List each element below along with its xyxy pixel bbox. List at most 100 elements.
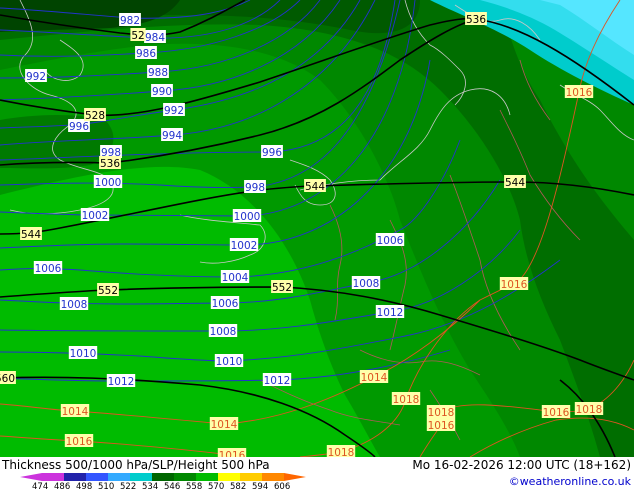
legend-tick-label: 510 — [98, 482, 115, 492]
slp-high-label-text: 1016 — [219, 450, 246, 457]
slp-high-label: 1016 — [499, 277, 529, 291]
legend-swatch — [42, 473, 64, 481]
thickness-label-text: 560 — [0, 373, 15, 385]
slp-high-label-text: 1018 — [576, 404, 603, 416]
legend-tick-label: 474 — [32, 482, 49, 492]
slp-low-label-text: 1002 — [82, 210, 109, 222]
slp-high-label-text: 1014 — [62, 406, 89, 418]
thickness-label-text: 536 — [100, 158, 120, 170]
slp-low-label: 1004 — [220, 270, 250, 284]
legend-swatch — [262, 473, 284, 481]
slp-high-label: 1018 — [426, 405, 456, 419]
slp-low-label-text: 992 — [26, 71, 46, 83]
slp-low-label: 1010 — [214, 354, 244, 368]
valid-time: Mo 16-02-2026 12:00 UTC (18+162) — [412, 458, 631, 472]
legend-swatch — [20, 473, 42, 481]
slp-high-label-text: 1016 — [428, 420, 455, 432]
slp-high-label: 1016 — [564, 85, 594, 99]
map-title: Thickness 500/1000 hPa/SLP/Height 500 hP… — [2, 458, 270, 472]
slp-low-label: 988 — [147, 65, 169, 79]
slp-high-label-text: 1016 — [501, 279, 528, 291]
slp-low-label: 990 — [151, 84, 173, 98]
legend-swatch — [64, 473, 86, 481]
slp-low-label: 998 — [244, 180, 266, 194]
thickness-label-text: 544 — [21, 229, 41, 241]
legend-tick-label: 486 — [54, 482, 71, 492]
thickness-label-text: 52 — [131, 30, 144, 42]
slp-low-label: 992 — [163, 103, 185, 117]
thickness-label: 528 — [84, 108, 106, 122]
thickness-label: 552 — [97, 283, 119, 297]
slp-low-label-text: 996 — [262, 147, 282, 159]
slp-low-label: 1006 — [210, 296, 240, 310]
slp-low-label: 1000 — [93, 175, 123, 189]
slp-low-label: 1012 — [262, 373, 292, 387]
thickness-label: 544 — [504, 175, 526, 189]
thickness-label-text: 544 — [305, 181, 325, 193]
legend-tick-label: 558 — [186, 482, 203, 492]
slp-low-label: 1002 — [229, 238, 259, 252]
slp-low-label: 1008 — [59, 297, 89, 311]
slp-low-label: 984 — [144, 30, 166, 44]
slp-low-label-text: 994 — [162, 130, 182, 142]
credit-link[interactable]: ©weatheronline.co.uk — [509, 475, 631, 488]
thickness-label-text: 552 — [272, 282, 292, 294]
legend-swatch — [130, 473, 152, 481]
slp-low-label-text: 1006 — [377, 235, 404, 247]
legend-swatch — [86, 473, 108, 481]
thickness-label: 560 — [0, 371, 16, 385]
slp-low-label: 1000 — [232, 209, 262, 223]
slp-high-label: 1014 — [359, 370, 389, 384]
thickness-label: 544 — [304, 179, 326, 193]
legend-swatch — [284, 473, 306, 481]
slp-low-label: 986 — [135, 46, 157, 60]
legend-tick-label: 570 — [208, 482, 225, 492]
slp-low-label: 1010 — [68, 346, 98, 360]
map-footer: Thickness 500/1000 hPa/SLP/Height 500 hP… — [0, 457, 634, 492]
slp-low-label-text: 1004 — [222, 272, 249, 284]
slp-high-label: 1016 — [426, 418, 456, 432]
slp-high-label-text: 1016 — [566, 87, 593, 99]
slp-high-label-text: 1014 — [361, 372, 388, 384]
thickness-label-text: 552 — [98, 285, 118, 297]
thickness-label: 536 — [465, 12, 487, 26]
legend-tick-label: 522 — [120, 482, 137, 492]
slp-high-label: 1018 — [326, 445, 356, 457]
slp-low-label: 1012 — [375, 305, 405, 319]
slp-low-label-text: 986 — [136, 48, 156, 60]
slp-high-label: 1016 — [217, 448, 247, 457]
slp-high-label: 1016 — [64, 434, 94, 448]
slp-low-label-text: 998 — [245, 182, 265, 194]
slp-low-label: 1006 — [33, 261, 63, 275]
slp-high-label: 1018 — [391, 392, 421, 406]
thickness-label-text: 544 — [505, 177, 525, 189]
slp-low-label-text: 1008 — [353, 278, 380, 290]
slp-low-label-text: 1012 — [264, 375, 291, 387]
slp-low-label-text: 984 — [145, 32, 165, 44]
slp-low-label-text: 1006 — [212, 298, 239, 310]
slp-high-label: 1014 — [60, 404, 90, 418]
slp-low-label-text: 990 — [152, 86, 172, 98]
slp-low-label: 996 — [261, 145, 283, 159]
weather-map: 982 984 986 988 990 992 992 994 996 996 998 998 1000… — [0, 0, 634, 457]
slp-low-label-text: 1010 — [70, 348, 97, 360]
slp-high-label: 1016 — [541, 405, 571, 419]
slp-low-label-text: 1008 — [61, 299, 88, 311]
slp-high-label: 1014 — [209, 417, 239, 431]
legend-swatch — [240, 473, 262, 481]
slp-low-label-text: 1006 — [35, 263, 62, 275]
slp-high-label-text: 1018 — [328, 447, 355, 457]
slp-low-label-text: 1002 — [231, 240, 258, 252]
slp-low-label: 1006 — [375, 233, 405, 247]
legend-tick-label: 606 — [274, 482, 291, 492]
slp-low-label: 992 — [25, 69, 47, 83]
legend-swatch — [174, 473, 196, 481]
slp-low-label-text: 1008 — [210, 326, 237, 338]
slp-high-label-text: 1016 — [543, 407, 570, 419]
slp-low-label-text: 1010 — [216, 356, 243, 368]
legend-tick-label: 534 — [142, 482, 159, 492]
slp-low-label: 1012 — [106, 374, 136, 388]
slp-low-label-text: 988 — [148, 67, 168, 79]
slp-low-label: 994 — [161, 128, 183, 142]
slp-low-label-text: 982 — [120, 15, 140, 27]
